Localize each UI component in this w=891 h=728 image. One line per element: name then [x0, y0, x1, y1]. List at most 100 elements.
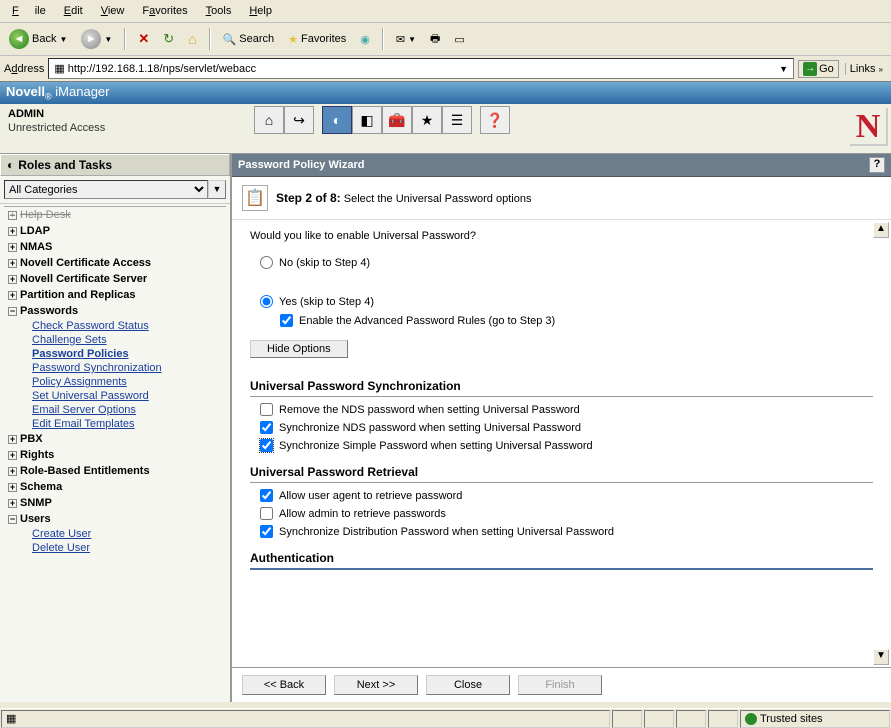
tree-cert-server[interactable]: + Novell Certificate Server: [4, 271, 226, 287]
category-dropdown-icon[interactable]: ▼: [208, 180, 226, 199]
security-zone: Trusted sites: [740, 710, 890, 728]
tree-cert-access[interactable]: + Novell Certificate Access: [4, 255, 226, 271]
address-bar: Address ▦ ▼ → Go Links »: [0, 56, 891, 82]
nav-policy-assignments[interactable]: Policy Assignments: [4, 375, 226, 389]
tree-ldap[interactable]: + LDAP: [4, 223, 226, 239]
go-button[interactable]: → Go: [798, 60, 839, 78]
nav-email-server-options[interactable]: Email Server Options: [4, 403, 226, 417]
trusted-icon: [745, 713, 757, 725]
radio-yes-row[interactable]: Yes (skip to Step 4): [260, 295, 873, 308]
nav-set-universal-password[interactable]: Set Universal Password: [4, 389, 226, 403]
check-advanced[interactable]: [280, 314, 293, 327]
favorites-button[interactable]: ★ Favorites: [283, 30, 351, 49]
status-cell-1: [612, 710, 642, 728]
check-sync-nds-row[interactable]: Synchronize NDS password when setting Un…: [260, 421, 873, 434]
edit-page-button[interactable]: ▭: [449, 30, 469, 49]
home-button[interactable]: ⌂: [183, 28, 201, 50]
tray-roles-icon[interactable]: ◐: [322, 106, 352, 134]
nav-password-sync[interactable]: Password Synchronization: [4, 361, 226, 375]
refresh-button[interactable]: ↻: [158, 28, 179, 50]
tree-truncated: + Help Desk: [4, 206, 226, 223]
status-bar: ▦ Trusted sites: [0, 708, 891, 728]
menu-bar: File Edit View Favorites Tools Help: [0, 0, 891, 23]
menu-tools[interactable]: Tools: [198, 2, 240, 20]
menu-favorites[interactable]: Favorites: [134, 2, 195, 20]
next-wizard-button[interactable]: Next >>: [334, 675, 418, 695]
check-sync-dist-row[interactable]: Synchronize Distribution Password when s…: [260, 525, 873, 538]
tree-partition[interactable]: + Partition and Replicas: [4, 287, 226, 303]
check-user-retrieve-row[interactable]: Allow user agent to retrieve password: [260, 489, 873, 502]
tree-passwords[interactable]: − Passwords: [4, 303, 226, 319]
nav-delete-user[interactable]: Delete User: [4, 541, 226, 555]
back-button[interactable]: ◄ Back ▼: [4, 26, 72, 52]
category-select[interactable]: All Categories: [4, 180, 208, 199]
check-admin-retrieve[interactable]: [260, 507, 273, 520]
forward-button[interactable]: ► ▼: [76, 26, 117, 52]
check-sync-nds[interactable]: [260, 421, 273, 434]
radio-yes[interactable]: [260, 295, 273, 308]
tray-config-icon[interactable]: 🧰: [382, 106, 412, 134]
radio-no-row[interactable]: No (skip to Step 4): [260, 256, 873, 269]
tree-pbx[interactable]: + PBX: [4, 431, 226, 447]
tree-snmp[interactable]: + SNMP: [4, 495, 226, 511]
novell-logo-icon: N: [850, 108, 888, 146]
status-cell-4: [708, 710, 738, 728]
wizard-content: ▲ ▼ Would you like to enable Universal P…: [232, 220, 891, 667]
tray-view-icon[interactable]: ◧: [352, 106, 382, 134]
tree-nmas[interactable]: + NMAS: [4, 239, 226, 255]
tray-home-icon[interactable]: ⌂: [254, 106, 284, 134]
tray-help-icon[interactable]: ❓: [480, 106, 510, 134]
print-button[interactable]: 🖶: [425, 27, 445, 52]
scroll-down-icon[interactable]: ▼: [873, 649, 889, 665]
tray-favorites-icon[interactable]: ★: [412, 106, 442, 134]
scroll-up-icon[interactable]: ▲: [873, 222, 889, 238]
close-wizard-button[interactable]: Close: [426, 675, 510, 695]
nav-tree: + Help Desk + LDAP + NMAS + Novell Certi…: [0, 203, 230, 557]
help-icon[interactable]: ?: [869, 157, 885, 173]
media-button[interactable]: ◉: [355, 30, 375, 49]
links-label[interactable]: Links »: [845, 63, 887, 75]
back-wizard-button[interactable]: << Back: [242, 675, 326, 695]
roles-header: ◐ Roles and Tasks: [0, 154, 230, 176]
tree-rights[interactable]: + Rights: [4, 447, 226, 463]
nav-password-policies[interactable]: Password Policies: [4, 347, 226, 361]
nav-create-user[interactable]: Create User: [4, 527, 226, 541]
check-advanced-row[interactable]: Enable the Advanced Password Rules (go t…: [280, 314, 873, 327]
status-cell-3: [676, 710, 706, 728]
address-input-wrap[interactable]: ▦ ▼: [48, 58, 794, 79]
wizard-prompt: Would you like to enable Universal Passw…: [250, 230, 873, 242]
tray-exit-icon[interactable]: ↪: [284, 106, 314, 134]
check-sync-simple[interactable]: [260, 439, 273, 452]
menu-help[interactable]: Help: [241, 2, 280, 20]
check-remove-nds[interactable]: [260, 403, 273, 416]
mail-button[interactable]: ✉▼: [391, 30, 421, 49]
nav-challenge-sets[interactable]: Challenge Sets: [4, 333, 226, 347]
check-user-retrieve[interactable]: [260, 489, 273, 502]
address-dropdown[interactable]: ▼: [776, 64, 791, 74]
brand-bar: Novell® iManager: [0, 82, 891, 104]
search-button[interactable]: 🔍 Search: [218, 30, 280, 49]
address-label: Address: [4, 63, 44, 75]
nav-check-password-status[interactable]: Check Password Status: [4, 319, 226, 333]
page-done-icon: ▦: [6, 712, 16, 725]
sync-section-header: Universal Password Synchronization: [250, 376, 873, 397]
tree-schema[interactable]: + Schema: [4, 479, 226, 495]
check-sync-dist[interactable]: [260, 525, 273, 538]
retrieval-section-header: Universal Password Retrieval: [250, 462, 873, 483]
nav-edit-email-templates[interactable]: Edit Email Templates: [4, 417, 226, 431]
address-input[interactable]: [68, 63, 776, 75]
step-icon: 📋: [242, 185, 268, 211]
check-admin-retrieve-row[interactable]: Allow admin to retrieve passwords: [260, 507, 873, 520]
check-remove-nds-row[interactable]: Remove the NDS password when setting Uni…: [260, 403, 873, 416]
hide-options-button[interactable]: Hide Options: [250, 340, 348, 358]
tray-tasks-icon[interactable]: ☰: [442, 106, 472, 134]
tree-rbe[interactable]: + Role-Based Entitlements: [4, 463, 226, 479]
radio-no[interactable]: [260, 256, 273, 269]
check-sync-simple-row[interactable]: Synchronize Simple Password when setting…: [260, 439, 873, 452]
stop-button[interactable]: ✕: [133, 28, 154, 50]
status-cell-2: [644, 710, 674, 728]
menu-edit[interactable]: Edit: [56, 2, 91, 20]
menu-view[interactable]: View: [93, 2, 133, 20]
menu-file[interactable]: File: [4, 2, 54, 20]
tree-users[interactable]: − Users: [4, 511, 226, 527]
